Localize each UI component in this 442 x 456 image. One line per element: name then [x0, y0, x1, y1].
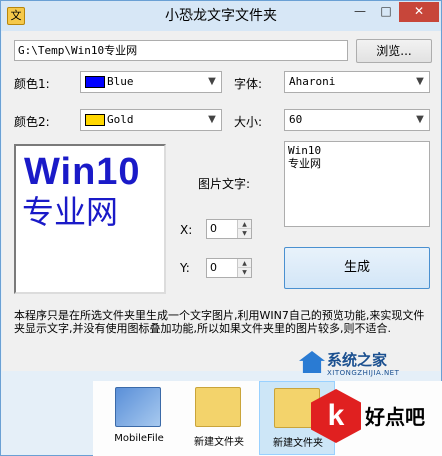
font-select[interactable]: Aharoni ▼: [284, 71, 430, 93]
spin-up-icon[interactable]: ▲: [237, 220, 251, 229]
color2-select[interactable]: Gold ▼: [80, 109, 222, 131]
font-value: Aharoni: [289, 75, 336, 88]
size-label: 大小:: [234, 115, 263, 129]
color2-label: 颜色2:: [14, 115, 50, 129]
client-area: G:\Temp\Win10专业网 浏览... 颜色1: Blue ▼ 字体: A…: [2, 31, 440, 371]
minimize-button[interactable]: —: [347, 2, 373, 22]
haodian-watermark-text: 好点吧: [365, 405, 425, 429]
house-logo-icon: [299, 351, 325, 373]
image-text-input[interactable]: Win10 专业网: [284, 141, 430, 227]
x-value: 0: [210, 222, 217, 235]
chevron-down-icon[interactable]: ▼: [413, 74, 427, 90]
browse-button[interactable]: 浏览...: [356, 39, 432, 63]
file-name: MobileFile: [114, 433, 164, 444]
size-select[interactable]: 60 ▼: [284, 109, 430, 131]
y-value: 0: [210, 261, 217, 274]
site-watermark-name: 系统之家: [327, 351, 388, 369]
color1-swatch: [85, 76, 105, 88]
file-item-mobilefile[interactable]: MobileFile: [101, 381, 177, 455]
image-folder-icon: [115, 387, 161, 427]
preview-line1: Win10: [24, 151, 141, 193]
spin-down-icon[interactable]: ▼: [237, 268, 251, 277]
haodian-watermark: k 好点吧: [311, 387, 442, 449]
chevron-down-icon[interactable]: ▼: [205, 74, 219, 90]
folder-path-input[interactable]: G:\Temp\Win10专业网: [14, 40, 348, 61]
chevron-down-icon[interactable]: ▼: [413, 112, 427, 128]
haodian-logo-icon: k: [311, 389, 361, 443]
spin-up-icon[interactable]: ▲: [237, 259, 251, 268]
color1-select[interactable]: Blue ▼: [80, 71, 222, 93]
y-label: Y:: [180, 261, 190, 275]
site-watermark: 系统之家 XITONGZHIJIA.NET: [299, 347, 442, 383]
preview-image: Win10 专业网: [14, 144, 166, 294]
close-button[interactable]: ✕: [399, 2, 439, 22]
image-text-line: Win10: [288, 144, 322, 157]
image-text-line: 专业网: [288, 157, 321, 170]
file-name: 新建文件夹: [194, 437, 244, 448]
color1-label: 颜色1:: [14, 77, 50, 91]
generate-button[interactable]: 生成: [284, 247, 430, 289]
size-value: 60: [289, 113, 303, 126]
color1-value: Blue: [107, 75, 134, 88]
app-window: 文 小恐龙文字文件夹 — □ ✕ G:\Temp\Win10专业网 浏览... …: [0, 0, 442, 456]
font-label: 字体:: [234, 77, 263, 91]
color2-value: Gold: [107, 113, 134, 126]
x-label: X:: [180, 223, 193, 237]
image-text-label: 图片文字:: [198, 177, 251, 191]
folder-icon: [195, 387, 241, 427]
spin-down-icon[interactable]: ▼: [237, 229, 251, 238]
file-item-new-folder[interactable]: 新建文件夹: [181, 381, 257, 455]
title-bar[interactable]: 文 小恐龙文字文件夹 — □ ✕: [1, 1, 441, 31]
y-stepper[interactable]: 0 ▲ ▼: [206, 258, 252, 278]
color2-swatch: [85, 114, 105, 126]
description-text: 本程序只是在所选文件夹里生成一个文字图片,利用WIN7自己的预览功能,来实现文件…: [14, 309, 425, 335]
x-stepper[interactable]: 0 ▲ ▼: [206, 219, 252, 239]
site-watermark-url: XITONGZHIJIA.NET: [327, 369, 400, 377]
chevron-down-icon[interactable]: ▼: [205, 112, 219, 128]
preview-line2: 专业网: [22, 193, 119, 231]
maximize-button[interactable]: □: [373, 2, 399, 22]
